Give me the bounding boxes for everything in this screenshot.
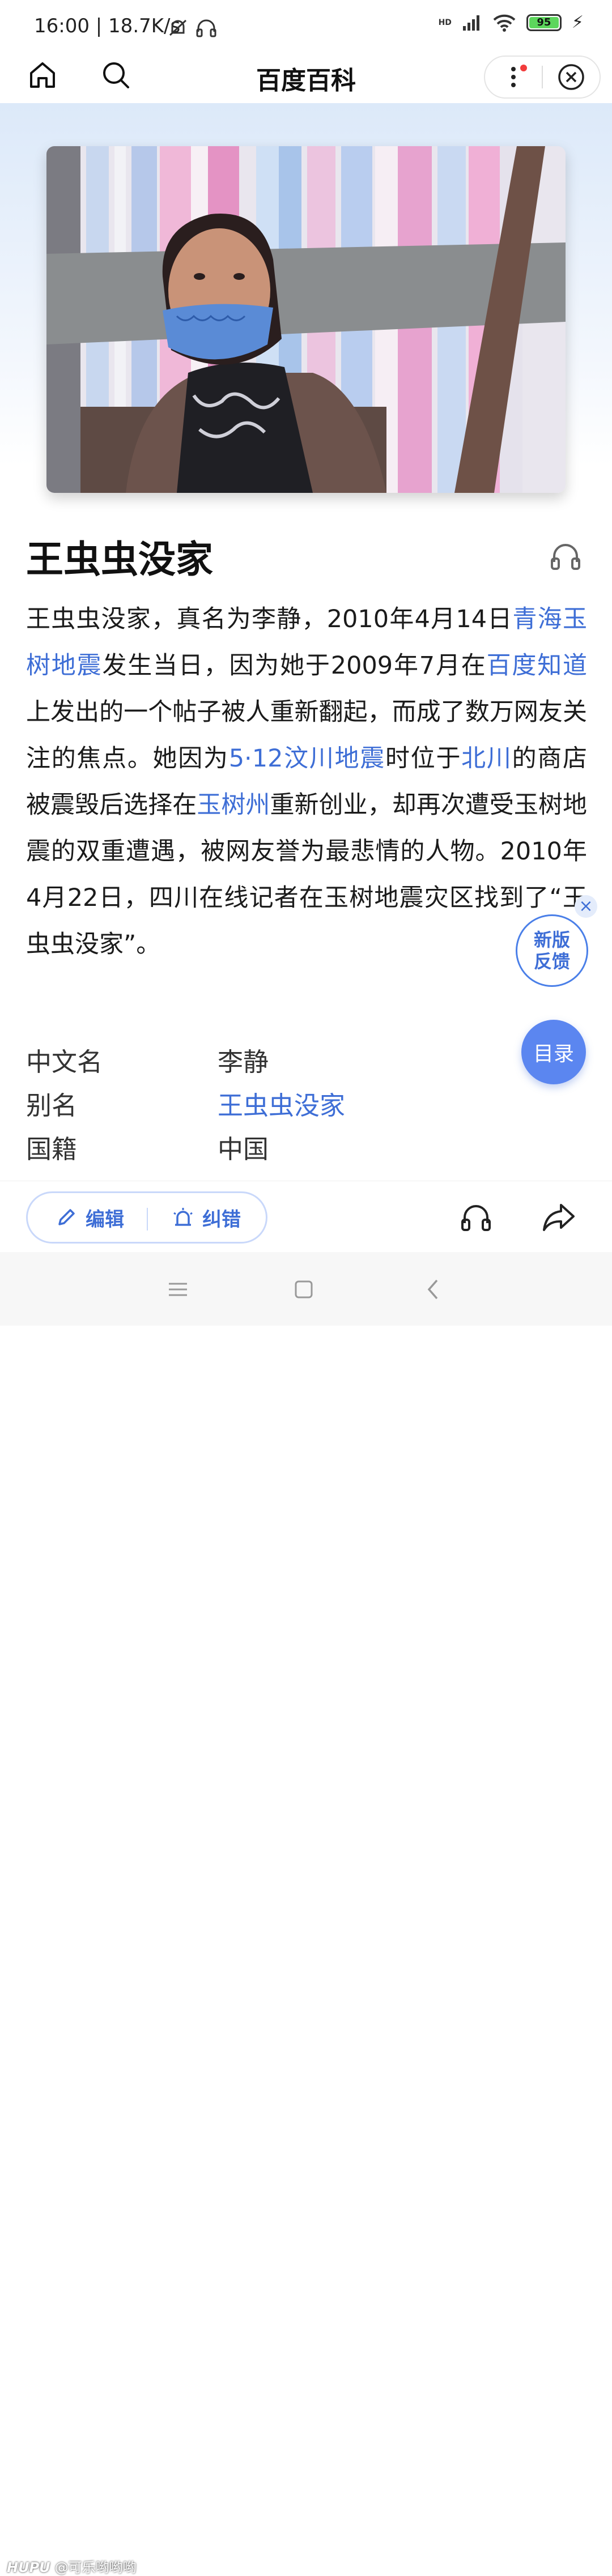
square-icon bbox=[295, 1280, 313, 1298]
feedback-close-button[interactable]: × bbox=[575, 895, 597, 918]
link-yushu-prefecture[interactable]: 玉树州 bbox=[197, 791, 270, 819]
info-value: 中国 bbox=[218, 1134, 269, 1164]
link-baidu-zhidao[interactable]: 百度知道 bbox=[487, 652, 587, 680]
more-vertical-icon bbox=[511, 67, 516, 87]
basic-info-table: 中文名 李静 别名 王虫虫没家 国籍 中国 bbox=[26, 1041, 423, 1172]
network-type: HD bbox=[438, 18, 452, 27]
notification-dot bbox=[520, 65, 527, 71]
info-row: 中文名 李静 bbox=[26, 1041, 423, 1085]
wifi-icon bbox=[493, 14, 516, 32]
system-navigation-bar: HUPU @可乐哟哟哟 bbox=[0, 1252, 612, 2575]
listen-icon[interactable] bbox=[459, 1200, 493, 1234]
info-row: 别名 王虫虫没家 bbox=[26, 1085, 423, 1129]
more-button[interactable] bbox=[485, 57, 542, 97]
watermark: HUPU @可乐哟哟哟 bbox=[7, 2556, 137, 2576]
entry-summary: 王虫虫没家，真名为李静，2010年4月14日青海玉树地震发生当日，因为她于200… bbox=[26, 596, 587, 968]
pill-divider bbox=[147, 1208, 148, 1230]
top-nav: 百度百科 bbox=[0, 52, 612, 103]
info-value: 李静 bbox=[218, 1047, 269, 1077]
status-bar: 16:00 | 18.7K/s HD 95 ⚡ bbox=[0, 0, 612, 52]
new-version-feedback-button[interactable]: 新版 反馈 bbox=[516, 914, 588, 987]
correct-button[interactable]: 纠错 bbox=[172, 1204, 241, 1232]
bottom-toolbar: 编辑 纠错 bbox=[0, 1181, 612, 1253]
headset-icon bbox=[196, 19, 216, 37]
entry-title: 王虫虫没家 bbox=[26, 538, 213, 581]
feedback-label-line2: 反馈 bbox=[533, 951, 570, 972]
menu-icon bbox=[169, 1283, 187, 1296]
entry-photo[interactable] bbox=[46, 146, 566, 493]
feedback-label-line1: 新版 bbox=[533, 929, 570, 951]
battery-indicator: 95 bbox=[526, 14, 562, 31]
info-label: 别名 bbox=[26, 1091, 78, 1121]
back-chevron-icon bbox=[427, 1279, 438, 1300]
close-button[interactable] bbox=[543, 57, 600, 97]
alarm-light-icon bbox=[173, 1208, 193, 1226]
charging-icon: ⚡ bbox=[571, 12, 584, 32]
signal-icon bbox=[462, 15, 479, 31]
watermark-user: @可乐哟哟哟 bbox=[54, 2560, 137, 2575]
headphones-icon[interactable] bbox=[549, 539, 583, 573]
info-label: 中文名 bbox=[26, 1047, 103, 1077]
photo-illustration bbox=[46, 146, 566, 493]
link-wenchuan-earthquake[interactable]: 5·12汶川地震 bbox=[229, 744, 385, 773]
info-value-link[interactable]: 王虫虫没家 bbox=[218, 1085, 345, 1122]
summary-text: 发生当日，因为她于2009年7月在 bbox=[102, 652, 487, 680]
home-nav-button[interactable] bbox=[287, 1272, 321, 1306]
watermark-brand: HUPU bbox=[7, 2560, 50, 2575]
back-nav-button[interactable] bbox=[416, 1272, 450, 1306]
info-row: 国籍 中国 bbox=[26, 1129, 423, 1172]
info-label: 国籍 bbox=[26, 1134, 78, 1164]
table-of-contents-button[interactable]: 目录 bbox=[521, 1020, 586, 1084]
mini-program-capsule bbox=[484, 56, 601, 99]
mute-bell-icon bbox=[169, 19, 187, 36]
link-beichuan[interactable]: 北川 bbox=[461, 744, 512, 773]
edit-button[interactable]: 编辑 bbox=[55, 1204, 124, 1232]
pencil-icon bbox=[58, 1209, 75, 1225]
edit-correct-pill: 编辑 纠错 bbox=[26, 1191, 267, 1244]
battery-level: 95 bbox=[537, 16, 551, 28]
summary-text: 王虫虫没家，真名为李静，2010年4月14日 bbox=[26, 605, 513, 633]
menu-nav-button[interactable] bbox=[161, 1272, 195, 1306]
share-icon[interactable] bbox=[541, 1200, 577, 1234]
edit-label: 编辑 bbox=[86, 1208, 124, 1231]
status-time: 16:00 | 18.7K/s bbox=[34, 15, 181, 37]
close-icon bbox=[558, 64, 584, 90]
summary-text: 时位于 bbox=[385, 744, 462, 773]
correct-label: 纠错 bbox=[202, 1208, 241, 1231]
status-right: HD 95 ⚡ bbox=[439, 12, 584, 32]
